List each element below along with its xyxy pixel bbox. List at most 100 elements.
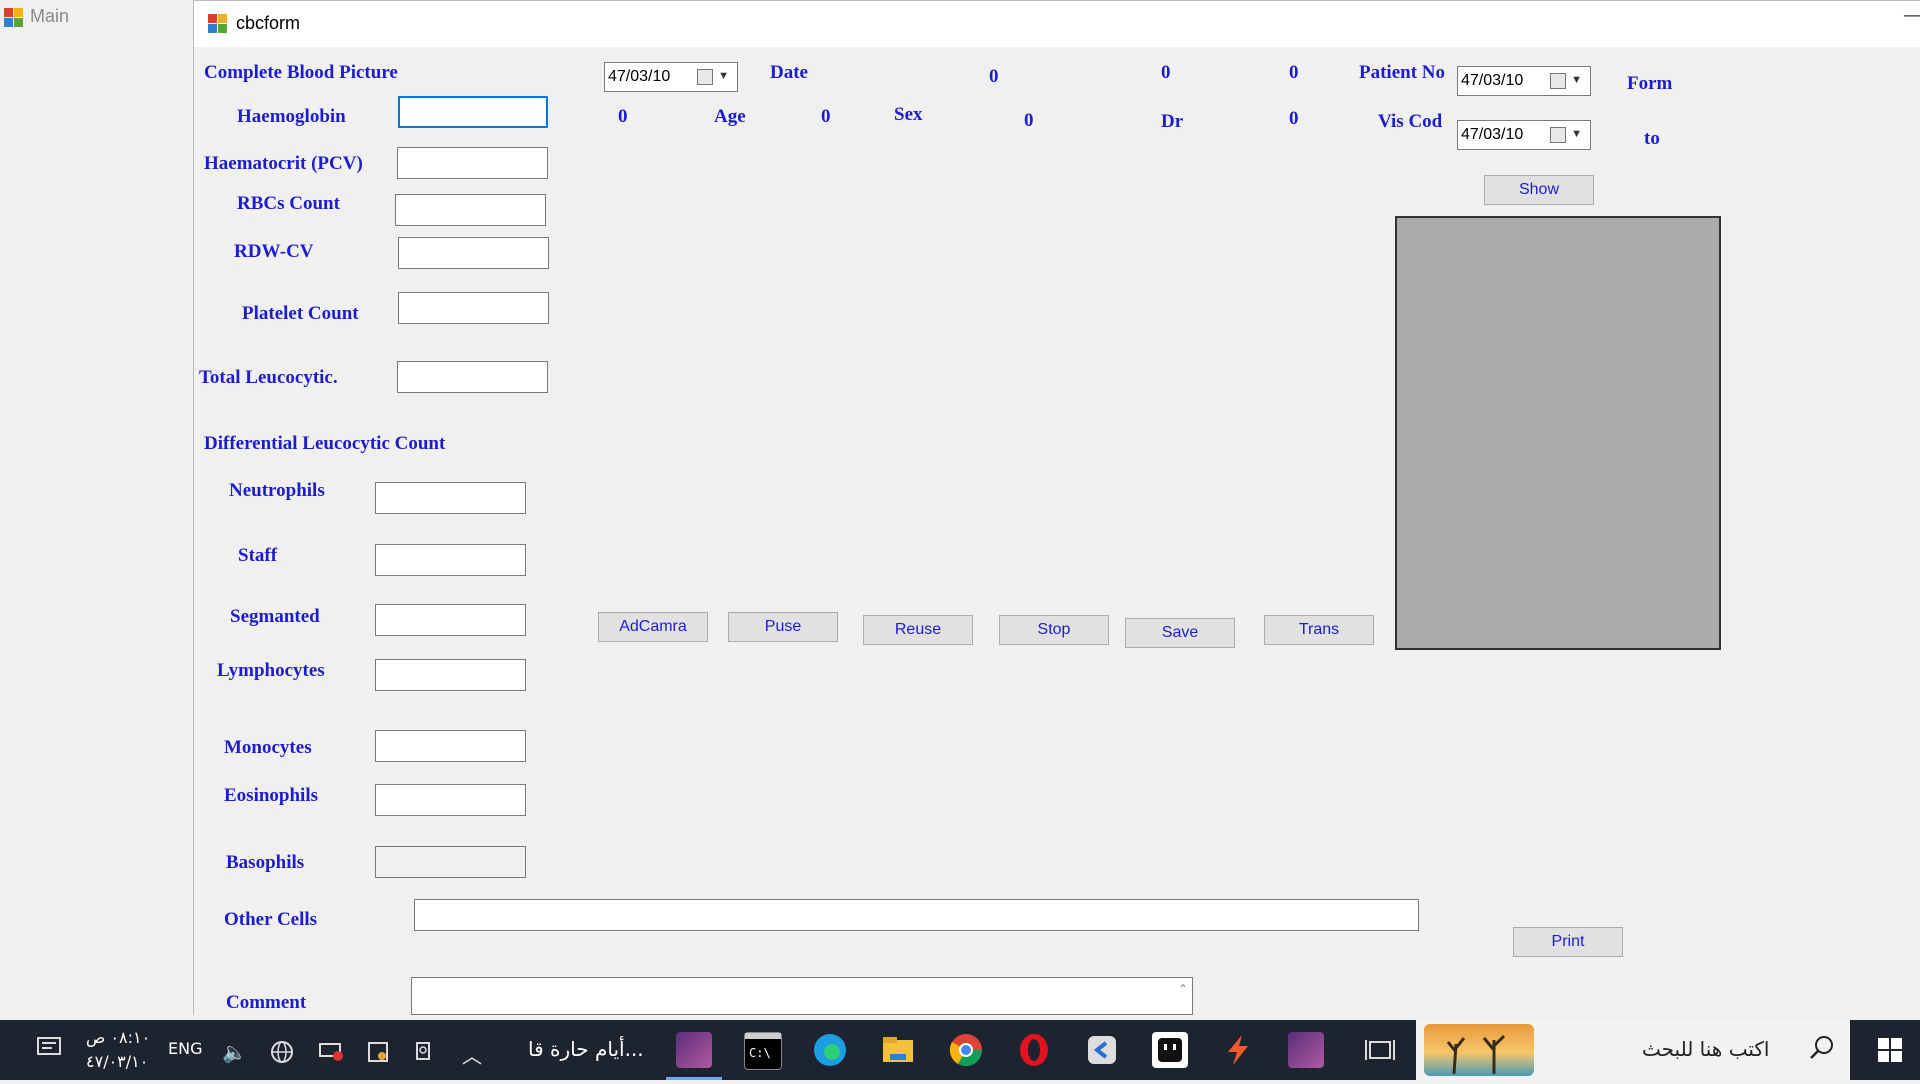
opera-icon[interactable] <box>1016 1032 1052 1068</box>
haematocrit-label: Haematocrit (PCV) <box>204 153 363 174</box>
dropdown-arrow-icon: ▼ <box>1571 74 1582 86</box>
differential-title: Differential Leucocytic Count <box>204 433 446 454</box>
meet-icon[interactable] <box>414 1040 436 1067</box>
search-placeholder: اكتب هنا للبحث <box>1642 1037 1770 1061</box>
calendar-icon <box>697 69 713 85</box>
comment-label: Comment <box>226 992 307 1013</box>
date-picker-value: 47/03/10 <box>608 68 671 85</box>
basophils-input[interactable] <box>375 846 526 878</box>
task-view-icon[interactable] <box>1362 1032 1398 1068</box>
show-button[interactable]: Show <box>1484 175 1594 205</box>
reuse-button[interactable]: Reuse <box>863 615 973 645</box>
taskbar-date[interactable]: ٤٧/٠٣/١٠ <box>86 1052 148 1071</box>
eosinophils-label: Eosinophils <box>224 785 318 806</box>
basophils-label: Basophils <box>226 852 305 873</box>
search-box[interactable]: اكتب هنا للبحث <box>1416 1020 1850 1080</box>
chevron-up-icon[interactable]: ︿ <box>462 1040 482 1069</box>
from-date-value: 47/03/10 <box>1461 72 1524 89</box>
from-date-picker[interactable]: 47/03/10 ▼ <box>1457 66 1591 96</box>
widget-icon[interactable] <box>1152 1032 1188 1068</box>
lymphocytes-input[interactable] <box>375 659 526 691</box>
dropdown-arrow-icon: ▼ <box>718 70 729 82</box>
window-title: cbcform <box>236 13 301 33</box>
dr-value: 0 <box>1024 110 1034 131</box>
vis-value: 0 <box>1289 108 1299 129</box>
form-label: Form <box>1627 73 1673 94</box>
app-tile-icon-2[interactable] <box>1288 1032 1324 1068</box>
segmanted-input[interactable] <box>375 604 526 636</box>
windows-start-icon[interactable] <box>1860 1020 1920 1080</box>
language-indicator[interactable]: ENG <box>168 1039 202 1058</box>
eosinophils-input[interactable] <box>375 784 526 816</box>
running-app-title[interactable]: أيام حارة قا... <box>528 1037 644 1061</box>
total-leucocytic-label: Total Leucocytic. <box>199 367 338 388</box>
segmanted-label: Segmanted <box>230 606 320 627</box>
globe-icon[interactable] <box>270 1040 294 1069</box>
minimize-button[interactable]: — <box>1901 5 1920 27</box>
header-value-1: 0 <box>989 66 999 87</box>
maxthon-icon[interactable] <box>1084 1032 1120 1068</box>
platelet-input[interactable] <box>398 292 549 324</box>
main-app-icon <box>4 8 24 28</box>
adcamra-button[interactable]: AdCamra <box>598 612 708 642</box>
stop-button[interactable]: Stop <box>999 615 1109 645</box>
haematocrit-input[interactable] <box>397 147 548 179</box>
staff-input[interactable] <box>375 544 526 576</box>
other-cells-label: Other Cells <box>224 909 318 930</box>
save-button[interactable]: Save <box>1125 618 1235 648</box>
main-window-title: Main <box>30 6 70 26</box>
notification-icon[interactable] <box>36 1036 62 1065</box>
terminal-icon[interactable]: C:\ <box>744 1032 782 1070</box>
haemoglobin-input[interactable] <box>398 96 548 128</box>
date-label: Date <box>770 62 808 83</box>
rbcs-label: RBCs Count <box>237 193 340 214</box>
sex-label: Sex <box>894 104 923 125</box>
app-tile-icon[interactable] <box>676 1032 712 1068</box>
print-button[interactable]: Print <box>1513 927 1623 957</box>
puse-button[interactable]: Puse <box>728 612 838 642</box>
dr-label: Dr <box>1161 111 1184 132</box>
platelet-label: Platelet Count <box>242 303 359 324</box>
to-date-picker[interactable]: 47/03/10 ▼ <box>1457 120 1591 150</box>
battery-icon[interactable] <box>318 1040 344 1067</box>
age-label: Age <box>714 106 746 127</box>
header-value-2: 0 <box>1161 62 1171 83</box>
to-label: to <box>1644 128 1660 149</box>
comment-textarea[interactable]: ⌃ <box>411 977 1193 1015</box>
neutrophils-label: Neutrophils <box>229 480 325 501</box>
rdw-label: RDW-CV <box>234 241 314 262</box>
haemoglobin-label: Haemoglobin <box>237 106 346 127</box>
sync-icon[interactable] <box>366 1040 390 1069</box>
other-cells-input[interactable] <box>414 899 1419 931</box>
neutrophils-input[interactable] <box>375 482 526 514</box>
age-value: 0 <box>618 106 628 127</box>
file-explorer-icon[interactable] <box>880 1032 916 1068</box>
sex-value: 0 <box>821 106 831 127</box>
volume-icon[interactable]: 🔈 <box>222 1040 247 1064</box>
chrome-icon[interactable] <box>948 1032 984 1068</box>
taskbar-time[interactable]: ٠٨:١٠ ص <box>86 1028 150 1047</box>
calendar-icon <box>1550 127 1566 143</box>
monocytes-label: Monocytes <box>224 737 312 758</box>
monocytes-input[interactable] <box>375 730 526 762</box>
scroll-up-icon[interactable]: ⌃ <box>1178 982 1188 996</box>
calendar-icon <box>1550 73 1566 89</box>
search-highlight-image <box>1424 1024 1534 1076</box>
total-leucocytic-input[interactable] <box>397 361 548 393</box>
search-icon <box>1808 1034 1836 1066</box>
lymphocytes-label: Lymphocytes <box>217 660 325 681</box>
taskbar: ٠٨:١٠ ص ٤٧/٠٣/١٠ ENG 🔈 ︿ أيام حارة قا...… <box>0 1020 1920 1080</box>
camera-preview-box <box>1395 216 1721 650</box>
svg-text:C:\: C:\ <box>749 1046 771 1060</box>
date-picker[interactable]: 47/03/10 ▼ <box>604 62 738 92</box>
sync-app-icon[interactable] <box>1220 1032 1256 1068</box>
rbcs-input[interactable] <box>395 194 546 226</box>
trans-button[interactable]: Trans <box>1264 615 1374 645</box>
edge-icon[interactable] <box>812 1032 848 1068</box>
dropdown-arrow-icon: ▼ <box>1571 128 1582 140</box>
rdw-input[interactable] <box>398 237 549 269</box>
staff-label: Staff <box>238 545 278 566</box>
patient-no-label: Patient No <box>1359 62 1446 83</box>
title-bar[interactable]: cbcform — <box>194 1 1920 47</box>
vis-cod-label: Vis Cod <box>1378 111 1443 132</box>
